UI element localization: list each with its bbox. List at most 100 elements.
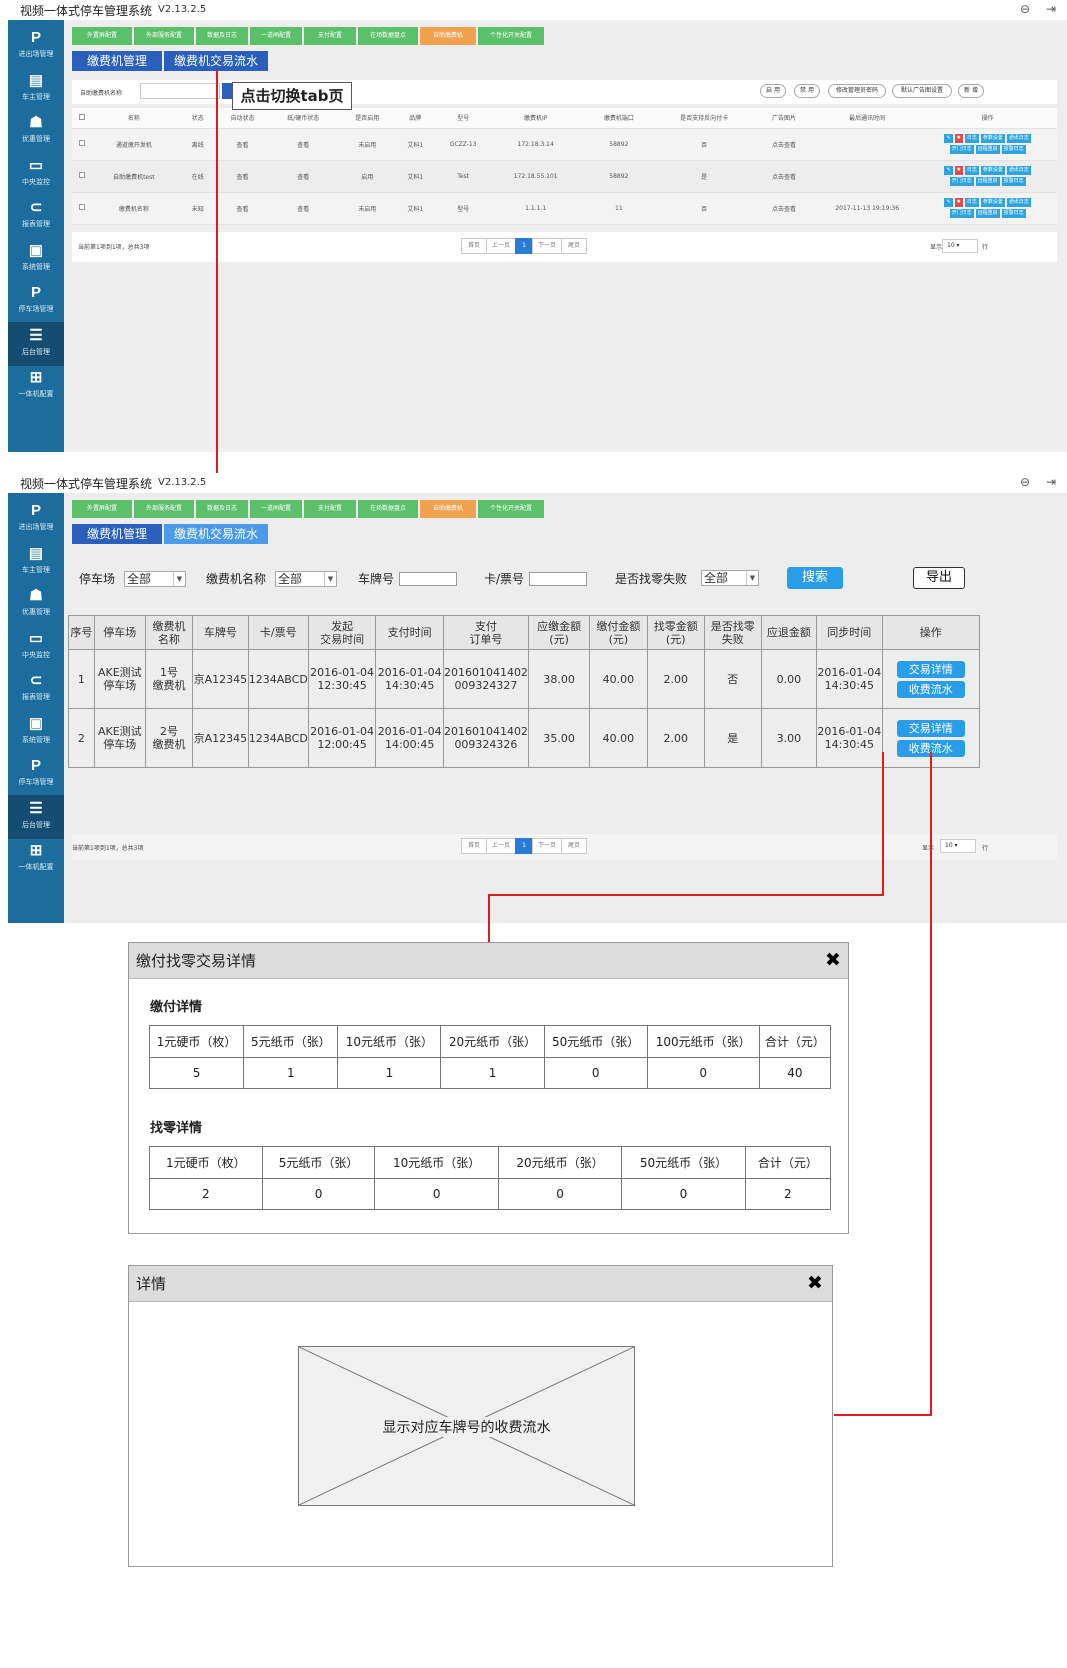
enable-button[interactable]: 启 用 — [760, 84, 786, 98]
view-link[interactable]: 点击查看 — [752, 192, 817, 225]
row-checkbox[interactable] — [72, 128, 92, 161]
op-button[interactable]: 日志 — [964, 134, 979, 143]
sidebar-item-network[interactable]: ⊞ 一体机配置 — [8, 364, 64, 408]
nav-tab-4[interactable]: 支付配置 — [304, 27, 356, 45]
pager-1[interactable]: 上一页 — [486, 838, 516, 854]
pager-1[interactable]: 上一页 — [486, 238, 516, 254]
search-button-small[interactable] — [222, 83, 232, 99]
pager-3[interactable]: 下一页 — [532, 238, 562, 254]
page-size-select[interactable]: 10 ▾ — [942, 239, 978, 253]
sidebar-item-paperclip[interactable]: ⊂ 报表管理 — [8, 194, 64, 238]
pager-3[interactable]: 下一页 — [532, 838, 562, 854]
checkbox-icon[interactable] — [78, 172, 85, 178]
page-size-select[interactable]: 10 ▾ — [940, 839, 976, 853]
change-fail-select[interactable]: 全部 ▼ — [701, 570, 759, 586]
op-button[interactable]: 报警日志 — [1001, 177, 1026, 186]
tab-fee-machine-transactions[interactable]: 缴费机交易流水 — [164, 524, 268, 544]
export-button[interactable]: 导出 — [913, 567, 965, 589]
nav-tab-3[interactable]: 一道闸配置 — [250, 27, 302, 45]
delete-icon[interactable]: ✖ — [954, 134, 963, 143]
transaction-detail-button[interactable]: 交易详情 — [896, 719, 965, 737]
nav-tab-2[interactable]: 数据及日志 — [196, 500, 248, 518]
pager-4[interactable]: 尾页 — [561, 838, 587, 854]
op-button[interactable]: 通讯日志 — [1006, 134, 1031, 143]
checkbox-icon[interactable] — [78, 113, 85, 120]
ticket-input[interactable] — [529, 572, 587, 586]
pager-4[interactable]: 尾页 — [561, 238, 587, 254]
plate-input[interactable] — [399, 572, 457, 586]
nav-tab-4[interactable]: 支付配置 — [304, 500, 356, 518]
sidebar-item-parking-p[interactable]: P 进出场管理 — [8, 497, 64, 541]
delete-icon[interactable]: ✖ — [954, 198, 963, 207]
view-link[interactable]: 查看 — [219, 160, 266, 193]
pager-0[interactable]: 首页 — [461, 838, 487, 854]
sidebar-item-parking-lot[interactable]: P 停车场管理 — [8, 752, 64, 796]
view-link[interactable]: 查看 — [266, 192, 341, 225]
op-button[interactable]: 日志 — [964, 166, 979, 175]
user-icon[interactable]: ⊖ — [1018, 475, 1032, 489]
checkbox-icon[interactable] — [78, 204, 85, 210]
sidebar-item-parking-lot[interactable]: P 停车场管理 — [8, 279, 64, 323]
nav-tab-6[interactable]: 自助缴费机 — [420, 27, 476, 45]
op-button[interactable]: 参数设置 — [980, 134, 1005, 143]
nav-tab-6[interactable]: 自助缴费机 — [420, 500, 476, 518]
nav-tab-1[interactable]: 外部服务配置 — [134, 500, 194, 518]
op-button[interactable]: 开门日志 — [949, 177, 974, 186]
row-checkbox[interactable] — [72, 160, 92, 193]
tab-fee-machine-management[interactable]: 缴费机管理 — [72, 51, 162, 71]
nav-tab-2[interactable]: 数据及日志 — [196, 27, 248, 45]
edit-icon[interactable]: ✎ — [944, 166, 953, 175]
sidebar-item-network[interactable]: ⊞ 一体机配置 — [8, 837, 64, 881]
nav-tab-5[interactable]: 在场数据盘点 — [358, 500, 418, 518]
sidebar-item-screen-settings[interactable]: ▣ 系统管理 — [8, 710, 64, 754]
edit-icon[interactable]: ✎ — [944, 198, 953, 207]
sidebar-item-ticket[interactable]: ☗ 优惠管理 — [8, 109, 64, 153]
nav-tab-0[interactable]: 外置屏配置 — [72, 27, 132, 45]
edit-icon[interactable]: ✎ — [944, 134, 953, 143]
select-all-checkbox[interactable] — [72, 108, 92, 129]
default-ad-image-button[interactable]: 默认广告图设置 — [892, 84, 952, 98]
op-button[interactable]: 报警日志 — [1001, 209, 1026, 218]
sidebar-item-list[interactable]: ☰ 后台管理 — [8, 321, 64, 366]
add-button[interactable]: 新 增 — [958, 84, 984, 98]
delete-icon[interactable]: ✖ — [954, 166, 963, 175]
pager-2[interactable]: 1 — [515, 838, 533, 854]
sidebar-item-user-card[interactable]: ▤ 车主管理 — [8, 540, 64, 584]
search-button[interactable]: 搜索 — [787, 567, 843, 589]
tab-fee-machine-management[interactable]: 缴费机管理 — [72, 524, 162, 544]
user-icon[interactable]: ⊖ — [1018, 2, 1032, 16]
tab-fee-machine-transactions[interactable]: 缴费机交易流水 — [164, 51, 268, 71]
view-link[interactable]: 查看 — [219, 128, 266, 161]
close-icon[interactable]: ✖ — [823, 950, 843, 970]
machine-name-select[interactable]: 全部 ▼ — [275, 571, 337, 587]
view-link[interactable]: 查看 — [266, 160, 341, 193]
change-admin-password-button[interactable]: 修改管理员密码 — [828, 84, 886, 98]
view-link[interactable]: 查看 — [266, 128, 341, 161]
logout-icon[interactable]: ⇥ — [1044, 475, 1058, 489]
view-link[interactable]: 点击查看 — [752, 128, 817, 161]
view-link[interactable]: 查看 — [219, 192, 266, 225]
fee-flow-button[interactable]: 收费流水 — [896, 680, 965, 698]
op-button[interactable]: 开门日志 — [949, 145, 974, 154]
nav-tab-5[interactable]: 在场数据盘点 — [358, 27, 418, 45]
checkbox-icon[interactable] — [78, 140, 85, 146]
parking-select[interactable]: 全部 ▼ — [124, 571, 186, 587]
op-button[interactable]: 远程重启 — [975, 145, 1000, 154]
pager-0[interactable]: 首页 — [461, 238, 487, 254]
disable-button[interactable]: 禁 用 — [794, 84, 820, 98]
sidebar-item-screen-settings[interactable]: ▣ 系统管理 — [8, 237, 64, 281]
sidebar-item-parking-p[interactable]: P 进出场管理 — [8, 24, 64, 68]
nav-tab-3[interactable]: 一道闸配置 — [250, 500, 302, 518]
nav-tab-1[interactable]: 外部服务配置 — [134, 27, 194, 45]
op-button[interactable]: 远程重启 — [975, 209, 1000, 218]
pager-2[interactable]: 1 — [515, 238, 533, 254]
sidebar-item-monitor[interactable]: ▭ 中央监控 — [8, 152, 64, 196]
sidebar-item-monitor[interactable]: ▭ 中央监控 — [8, 625, 64, 669]
op-button[interactable]: 参数设置 — [980, 198, 1005, 207]
machine-name-input[interactable] — [140, 83, 220, 99]
transaction-detail-button[interactable]: 交易详情 — [896, 660, 965, 678]
nav-tab-7[interactable]: 个性化开关配置 — [478, 27, 544, 45]
op-button[interactable]: 通讯日志 — [1006, 198, 1031, 207]
close-icon[interactable]: ✖ — [805, 1273, 825, 1293]
op-button[interactable]: 通讯日志 — [1006, 166, 1031, 175]
